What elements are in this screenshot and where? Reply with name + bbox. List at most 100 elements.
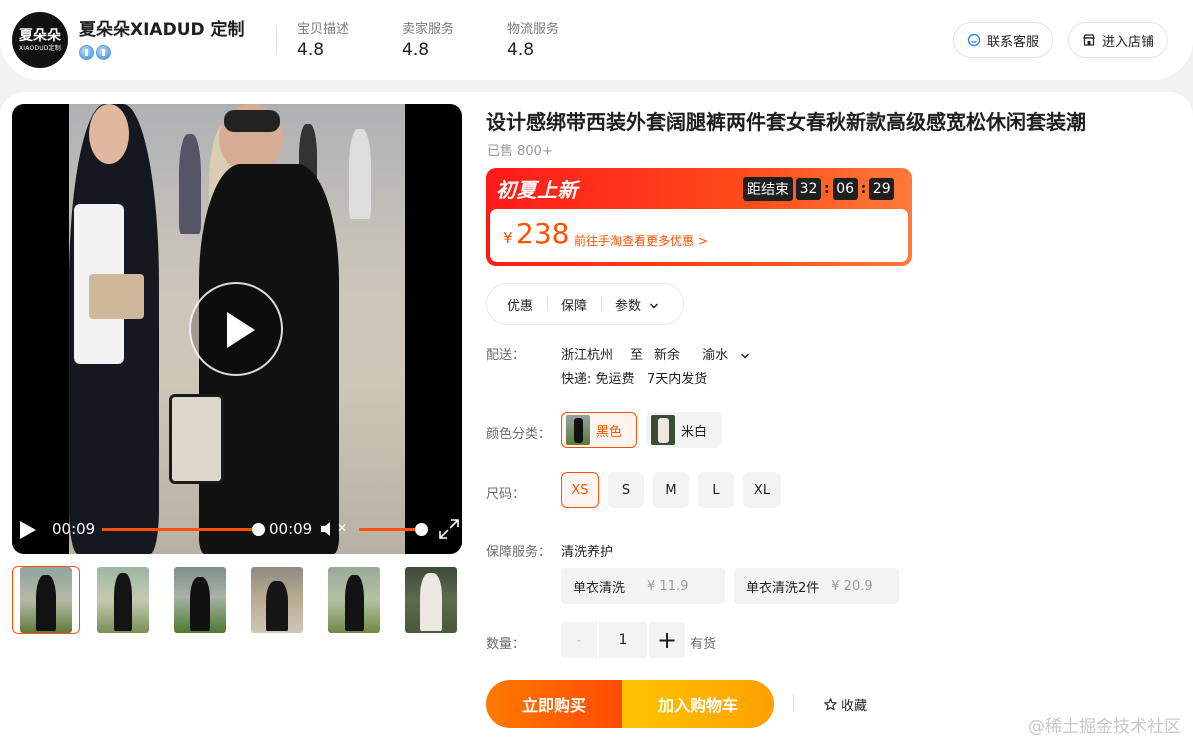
- play-icon[interactable]: [20, 521, 36, 539]
- score-description: 宝贝描述 4.8: [297, 18, 349, 60]
- size-option-m[interactable]: M: [653, 472, 689, 508]
- video-duration: 00:09: [269, 520, 313, 538]
- delivery-to-word: 至: [630, 348, 644, 363]
- enter-shop-button[interactable]: 进入店铺: [1068, 22, 1169, 58]
- score-value: 4.8: [297, 40, 325, 60]
- score-value: 4.8: [402, 40, 430, 60]
- shop-name[interactable]: 夏朵朵XIADUD 定制: [79, 15, 245, 40]
- promo-panel: 初夏上新 距结束 32 : 06 : 29 ¥ 238 前往手淘查看更多优惠 >: [486, 168, 912, 266]
- shop-badges: [79, 45, 111, 60]
- video-current-time: 00:09: [52, 520, 96, 538]
- shop-logo-text: 夏朵朵: [19, 27, 61, 44]
- delivery-express: 快递: 免运费: [561, 372, 635, 387]
- color-swatch: [651, 415, 675, 445]
- score-label: 物流服务: [507, 22, 560, 37]
- size-option-xl[interactable]: XL: [743, 472, 781, 508]
- size-label: 尺码：: [486, 487, 526, 502]
- store-icon: [1083, 34, 1095, 46]
- delivery-address-selector[interactable]: 新余 渝水: [654, 344, 750, 363]
- service-option[interactable]: 单衣清洗2件 ¥ 20.9: [734, 568, 899, 604]
- score-label: 卖家服务: [402, 22, 455, 37]
- contact-service-button[interactable]: 联系客服: [953, 22, 1054, 58]
- buy-now-button[interactable]: 立即购买: [486, 680, 622, 728]
- tab-params-label: 参数: [615, 298, 642, 314]
- countdown-seconds: 29: [869, 178, 895, 200]
- product-card: 00:09 00:09 ✕ 设计感绑带西装外套阔腿裤两件套女春秋新款高级感宽松休…: [0, 92, 1193, 742]
- score-logistics: 物流服务 4.8: [507, 18, 559, 60]
- stock-status: 有货: [690, 637, 717, 652]
- price-box: ¥ 238 前往手淘查看更多优惠 >: [490, 209, 908, 262]
- shop-header: 夏朵朵 XIAODUD定制 夏朵朵XIADUD 定制 宝贝描述 4.8 卖家服务…: [0, 0, 1193, 80]
- service-option-name: 单衣清洗: [573, 580, 626, 596]
- quantity-label: 数量：: [486, 637, 526, 652]
- sold-count: 已售 800+: [487, 144, 553, 159]
- service-title: 清洗养护: [561, 545, 614, 560]
- quantity-input[interactable]: 1: [599, 622, 647, 658]
- star-icon: [824, 698, 837, 711]
- chevron-down-icon: [650, 303, 659, 309]
- chevron-down-icon: [741, 353, 750, 358]
- watermark: @稀土掘金技术社区: [1028, 717, 1181, 737]
- score-value: 4.8: [507, 40, 535, 60]
- thumbnail-item[interactable]: [12, 566, 80, 634]
- tab-params[interactable]: 参数: [601, 295, 673, 314]
- volume-muted-icon[interactable]: [321, 521, 335, 537]
- color-swatch: [566, 415, 590, 445]
- size-option-l[interactable]: L: [698, 472, 734, 508]
- delivery-from: 浙江杭州: [561, 348, 614, 363]
- action-divider: [793, 694, 794, 712]
- color-option-offwhite[interactable]: 米白: [646, 412, 722, 448]
- quantity-increase-button[interactable]: +: [649, 622, 685, 658]
- product-video[interactable]: 00:09 00:09 ✕: [12, 104, 462, 554]
- delivery-city: 新余: [654, 348, 681, 363]
- video-progress-bar[interactable]: [102, 528, 258, 531]
- service-option-price: ¥ 11.9: [647, 578, 689, 594]
- service-option-name: 单衣清洗2件: [746, 580, 820, 596]
- score-service: 卖家服务 4.8: [402, 18, 454, 60]
- countdown-minutes: 06: [832, 178, 858, 200]
- fullscreen-icon[interactable]: [438, 518, 460, 540]
- color-option-label: 黑色: [596, 424, 623, 440]
- video-progress-handle[interactable]: [252, 523, 265, 536]
- tab-discount[interactable]: 优惠: [487, 295, 547, 314]
- countdown-hours: 32: [796, 178, 821, 200]
- service-label: 保障服务：: [486, 545, 552, 560]
- contact-service-label: 联系客服: [987, 34, 1040, 50]
- countdown-label: 距结束: [743, 177, 793, 201]
- favorite-button[interactable]: 收藏: [824, 695, 867, 714]
- quantity-decrease-button[interactable]: -: [561, 622, 597, 658]
- shop-badge-icon: [79, 45, 94, 60]
- shop-logo[interactable]: 夏朵朵 XIAODUD定制: [12, 12, 68, 68]
- delivery-district: 渝水: [702, 348, 729, 363]
- tab-guarantee[interactable]: 保障: [547, 295, 601, 314]
- color-option-black[interactable]: 黑色: [561, 412, 637, 448]
- promo-title: 初夏上新: [496, 178, 578, 202]
- more-offers-link[interactable]: 前往手淘查看更多优惠 >: [574, 232, 708, 249]
- info-tabs: 优惠 保障 参数: [486, 283, 684, 325]
- play-overlay-button[interactable]: [189, 282, 283, 376]
- volume-handle[interactable]: [415, 523, 428, 536]
- size-option-s[interactable]: S: [608, 472, 644, 508]
- score-label: 宝贝描述: [297, 22, 350, 37]
- mute-x-icon: ✕: [337, 521, 348, 535]
- color-option-label: 米白: [681, 424, 708, 440]
- thumbnail-item[interactable]: [89, 566, 157, 634]
- delivery-ship-time: 7天内发货: [647, 372, 708, 387]
- thumbnail-item[interactable]: [243, 566, 311, 634]
- volume-bar[interactable]: [359, 528, 421, 531]
- color-label: 颜色分类：: [486, 427, 552, 442]
- service-option[interactable]: 单衣清洗 ¥ 11.9: [561, 568, 725, 604]
- size-option-xs[interactable]: XS: [561, 472, 599, 508]
- customer-service-icon: [967, 33, 981, 47]
- thumbnail-item[interactable]: [397, 566, 465, 634]
- favorite-label: 收藏: [841, 699, 868, 714]
- enter-shop-label: 进入店铺: [1102, 34, 1155, 50]
- service-option-price: ¥ 20.9: [831, 578, 873, 594]
- product-title: 设计感绑带西装外套阔腿裤两件套女春秋新款高级感宽松休闲套装潮: [486, 110, 1086, 134]
- thumbnail-item[interactable]: [166, 566, 234, 634]
- delivery-label: 配送：: [486, 348, 526, 363]
- header-divider: [276, 26, 277, 54]
- thumbnail-item[interactable]: [320, 566, 388, 634]
- add-to-cart-button[interactable]: 加入购物车: [622, 680, 774, 728]
- currency-symbol: ¥: [503, 229, 513, 247]
